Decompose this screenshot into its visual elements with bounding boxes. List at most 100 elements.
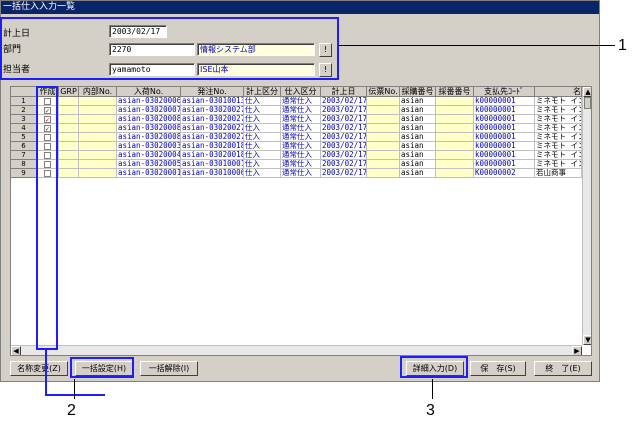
scroll-down-icon[interactable]: ▼ bbox=[583, 335, 591, 345]
grid-cell-keijo-kbn[interactable]: 仕入 bbox=[244, 169, 281, 178]
col-header-order-no[interactable]: 発注No. bbox=[181, 87, 244, 97]
grid-cell-date[interactable]: 2003/02/17 bbox=[321, 133, 367, 142]
grid-cell-grp[interactable] bbox=[59, 97, 79, 106]
grid-cell-saiko[interactable]: asian bbox=[400, 97, 436, 106]
col-header-internal-no[interactable]: 内部No. bbox=[79, 87, 117, 97]
grid-cell-saiban[interactable] bbox=[436, 133, 474, 142]
row-number[interactable]: 5 bbox=[11, 133, 37, 142]
grid-cell-name[interactable]: 若山商事 bbox=[535, 169, 582, 178]
grid-cell-date[interactable]: 2003/02/17 bbox=[321, 124, 367, 133]
grid-cell-hachu[interactable]: asian-03020027 bbox=[181, 124, 244, 133]
grid-cell-hachu[interactable]: asian-03010001 bbox=[181, 160, 244, 169]
grid-cell-saiban[interactable] bbox=[436, 97, 474, 106]
grid-cell-nyuka[interactable]: asian-03020007 bbox=[117, 106, 181, 115]
grid-cell-nyuka[interactable]: asian-03020008 bbox=[117, 124, 181, 133]
grid-cell-internal-no[interactable] bbox=[79, 169, 117, 178]
grid-cell-hachu[interactable]: asian-03010013 bbox=[181, 97, 244, 106]
row-number[interactable]: 2 bbox=[11, 106, 37, 115]
grid-cell-shiire-kbn[interactable]: 通常仕入 bbox=[281, 142, 321, 151]
col-header-purchase-type[interactable]: 仕入区分 bbox=[281, 87, 321, 97]
col-header-grp[interactable]: GRP bbox=[59, 87, 79, 97]
grid-cell-saiko[interactable]: asian bbox=[400, 124, 436, 133]
grid-cell-nyuka[interactable]: asian-03020008 bbox=[117, 133, 181, 142]
grid-cell-keijo-kbn[interactable]: 仕入 bbox=[244, 115, 281, 124]
grid-cell-shiire-kbn[interactable]: 通常仕入 bbox=[281, 106, 321, 115]
grid-cell-denpyo[interactable] bbox=[367, 115, 400, 124]
rename-button[interactable]: 名称変更(Z) bbox=[10, 361, 68, 376]
grid-cell-keijo-kbn[interactable]: 仕入 bbox=[244, 142, 281, 151]
grid-cell-nyuka[interactable]: asian-03020003 bbox=[117, 142, 181, 151]
save-button[interactable]: 保 存(S) bbox=[470, 361, 526, 376]
grid-cell-denpyo[interactable] bbox=[367, 106, 400, 115]
grid-cell-date[interactable]: 2003/02/17 bbox=[321, 160, 367, 169]
col-header-procure-no[interactable]: 採購番号 bbox=[400, 87, 436, 97]
grid-cell-hachu[interactable]: asian-03020027 bbox=[181, 115, 244, 124]
grid-cell-grp[interactable] bbox=[59, 133, 79, 142]
grid-cell-nyuka[interactable]: asian-03020005 bbox=[117, 160, 181, 169]
grid-cell-saiban[interactable] bbox=[436, 169, 474, 178]
grid-cell-name[interactable]: ミネモト イン bbox=[535, 133, 582, 142]
grid-cell-saiko[interactable]: asian bbox=[400, 142, 436, 151]
grid-cell-name[interactable]: ミネモト イン bbox=[535, 142, 582, 151]
grid-cell-shiire-kbn[interactable]: 通常仕入 bbox=[281, 169, 321, 178]
grid-cell-internal-no[interactable] bbox=[79, 106, 117, 115]
grid-cell-shiharai[interactable]: k00000001 bbox=[474, 124, 535, 133]
grid-cell-denpyo[interactable] bbox=[367, 160, 400, 169]
grid-cell-name[interactable]: ミネモト イン bbox=[535, 160, 582, 169]
scroll-left-icon[interactable]: ◀ bbox=[11, 346, 21, 355]
grid-cell-internal-no[interactable] bbox=[79, 115, 117, 124]
grid-cell-name[interactable]: ミネモト イン bbox=[535, 106, 582, 115]
grid-cell-shiharai[interactable]: k00000001 bbox=[474, 151, 535, 160]
grid-cell-shiire-kbn[interactable]: 通常仕入 bbox=[281, 124, 321, 133]
grid-cell-shiharai[interactable]: k00000001 bbox=[474, 115, 535, 124]
scroll-right-icon[interactable]: ▶ bbox=[572, 346, 582, 355]
row-number[interactable]: 3 bbox=[11, 115, 37, 124]
grid-cell-denpyo[interactable] bbox=[367, 151, 400, 160]
grid-cell-shiharai[interactable]: k00000001 bbox=[474, 133, 535, 142]
grid-cell-grp[interactable] bbox=[59, 106, 79, 115]
col-header-arrival-no[interactable]: 入荷No. bbox=[117, 87, 181, 97]
col-header-name[interactable]: 名 bbox=[535, 87, 582, 97]
col-header-numbering-no[interactable]: 採番番号 bbox=[436, 87, 474, 97]
row-number[interactable]: 7 bbox=[11, 151, 37, 160]
grid-cell-hachu[interactable]: asian-03020018 bbox=[181, 142, 244, 151]
grid-cell-date[interactable]: 2003/02/17 bbox=[321, 151, 367, 160]
grid-cell-nyuka[interactable]: asian-03020004 bbox=[117, 151, 181, 160]
grid-cell-nyuka[interactable]: asian-03020001 bbox=[117, 169, 181, 178]
row-number[interactable]: 6 bbox=[11, 142, 37, 151]
grid-cell-internal-no[interactable] bbox=[79, 160, 117, 169]
grid-cell-saiban[interactable] bbox=[436, 142, 474, 151]
grid-cell-hachu[interactable]: asian-03020018 bbox=[181, 151, 244, 160]
grid-cell-internal-no[interactable] bbox=[79, 133, 117, 142]
grid-cell-shiharai[interactable]: k00000001 bbox=[474, 97, 535, 106]
col-header-posting-date[interactable]: 計上日 bbox=[321, 87, 367, 97]
grid-cell-date[interactable]: 2003/02/17 bbox=[321, 169, 367, 178]
grid-cell-keijo-kbn[interactable]: 仕入 bbox=[244, 151, 281, 160]
row-number[interactable]: 9 bbox=[11, 169, 37, 178]
grid-cell-name[interactable]: ミネモト イン bbox=[535, 115, 582, 124]
grid-cell-shiire-kbn[interactable]: 通常仕入 bbox=[281, 133, 321, 142]
grid-cell-grp[interactable] bbox=[59, 160, 79, 169]
grid-cell-internal-no[interactable] bbox=[79, 124, 117, 133]
grid-cell-saiko[interactable]: asian bbox=[400, 169, 436, 178]
grid-cell-hachu[interactable]: asian-03020027 bbox=[181, 106, 244, 115]
col-header-posting-type[interactable]: 計上区分 bbox=[244, 87, 281, 97]
grid-cell-shiharai[interactable]: K00000002 bbox=[474, 169, 535, 178]
exit-button[interactable]: 終 了(E) bbox=[534, 361, 592, 376]
grid-cell-name[interactable]: ミネモト イン bbox=[535, 124, 582, 133]
grid-cell-internal-no[interactable] bbox=[79, 151, 117, 160]
grid-cell-saiko[interactable]: asian bbox=[400, 151, 436, 160]
grid-cell-internal-no[interactable] bbox=[79, 97, 117, 106]
row-number[interactable]: 1 bbox=[11, 97, 37, 106]
bulk-clear-button[interactable]: 一括解除(I) bbox=[140, 361, 198, 376]
grid-cell-shiharai[interactable]: k00000001 bbox=[474, 106, 535, 115]
grid-cell-internal-no[interactable] bbox=[79, 142, 117, 151]
grid-cell-nyuka[interactable]: asian-03020008 bbox=[117, 115, 181, 124]
grid-cell-grp[interactable] bbox=[59, 115, 79, 124]
grid-cell-saiban[interactable] bbox=[436, 160, 474, 169]
grid-cell-shiire-kbn[interactable]: 通常仕入 bbox=[281, 160, 321, 169]
col-header-slip-no[interactable]: 伝票No. bbox=[367, 87, 400, 97]
grid-cell-hachu[interactable]: asian-03010006 bbox=[181, 169, 244, 178]
grid-cell-saiban[interactable] bbox=[436, 106, 474, 115]
grid-cell-denpyo[interactable] bbox=[367, 133, 400, 142]
